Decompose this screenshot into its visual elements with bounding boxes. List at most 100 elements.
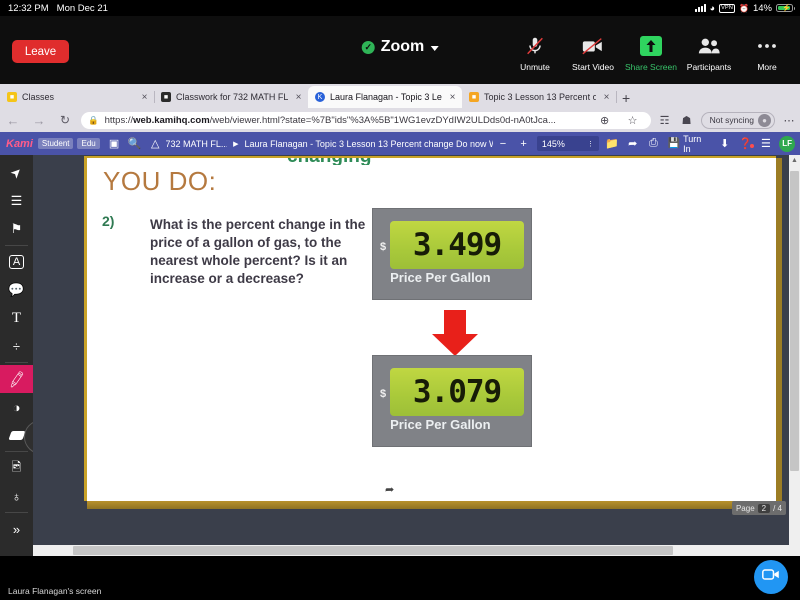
meeting-title-group[interactable]: ✓ Zoom	[361, 38, 439, 56]
text-tool[interactable]: T	[0, 304, 33, 332]
drive-icon[interactable]: △	[145, 137, 166, 150]
kami-logo[interactable]: Kami	[6, 138, 33, 150]
folder-open-icon[interactable]: 📁	[602, 137, 623, 150]
kami-icon: K	[315, 92, 325, 102]
expand-tool[interactable]: »	[0, 515, 33, 543]
user-avatar[interactable]: LF	[779, 135, 795, 152]
zoom-level-select[interactable]: 145% ⋮	[536, 136, 599, 151]
vpn-badge-icon: VPN	[719, 3, 736, 13]
start-video-button[interactable]: Start Video	[564, 34, 622, 72]
zoom-out-button[interactable]: −	[493, 138, 514, 150]
settings-more-icon[interactable]: ⋯	[778, 114, 800, 127]
zoom-top-bar: Leave ✓ Zoom Unmute Start Video Share Sc…	[0, 16, 800, 84]
close-icon[interactable]: ×	[139, 92, 150, 103]
sidebar-toggle-icon[interactable]: ▣	[104, 137, 125, 150]
gas-price-sign-before: $ 3.499 Price Per Gallon	[372, 208, 532, 300]
classroom-icon: ■	[161, 92, 171, 102]
equation-icon: ÷	[12, 338, 21, 354]
tab-strip: ■ Classes × ■ Classwork for 732 MATH FLA…	[0, 84, 800, 108]
horizontal-scrollbar[interactable]	[33, 545, 800, 556]
zoom-level-value: 145%	[541, 138, 565, 149]
back-button[interactable]: ←	[0, 113, 26, 128]
class-name-label[interactable]: 732 MATH FL...	[166, 139, 228, 149]
ios-status-bar: 12:32 PM Mon Dec 21 ◕ VPN ⏰ 14% ⚡	[0, 0, 800, 16]
participants-button[interactable]: Participants	[680, 34, 738, 72]
zoom-bottom-bar: Laura Flanagan's screen	[0, 556, 800, 600]
turn-in-button[interactable]: 💾 Turn In	[668, 134, 711, 154]
start-video-label: Start Video	[572, 62, 614, 72]
select-tool[interactable]: ➤	[0, 159, 33, 187]
book-icon: ☰	[10, 193, 23, 208]
battery-charging-icon: ⚡	[776, 3, 795, 13]
share-screen-icon	[640, 34, 662, 58]
chevron-down-icon: ⋮	[586, 140, 594, 148]
equation-tool[interactable]: ÷	[0, 332, 33, 360]
unmute-button[interactable]: Unmute	[506, 34, 564, 72]
pin-comment-tool[interactable]: ⚑	[0, 215, 33, 243]
draw-tool[interactable]: 🖍	[0, 365, 33, 393]
favorite-star-icon[interactable]: ☆	[622, 114, 644, 127]
download-icon[interactable]: ⬇	[714, 137, 735, 150]
mouse-pointer-icon: ➦	[385, 484, 395, 496]
close-icon[interactable]: ×	[293, 92, 304, 103]
browser-tab-slides[interactable]: ■ Topic 3 Lesson 13 Percent of Ch ×	[462, 86, 617, 108]
scroll-up-icon[interactable]: ▲	[789, 155, 800, 167]
close-icon[interactable]: ×	[601, 92, 612, 103]
zoom-in-button[interactable]: +	[513, 138, 534, 150]
chevron-down-icon[interactable]	[430, 45, 439, 51]
new-tab-button[interactable]: +	[622, 90, 630, 106]
help-icon[interactable]: ❓	[735, 137, 756, 150]
signature-icon: ♁	[11, 488, 22, 504]
question-number: 2)	[102, 213, 115, 229]
browser-tab-kami-viewer[interactable]: K Laura Flanagan - Topic 3 Lesson ×	[308, 86, 462, 108]
browser-tab-classwork[interactable]: ■ Classwork for 732 MATH FLANA ×	[154, 86, 309, 108]
insert-media-tool[interactable]: 🖻	[0, 454, 33, 482]
document-page[interactable]: changing YOU DO: 2) What is the percent …	[84, 156, 776, 501]
kami-document-viewer: changing YOU DO: 2) What is the percent …	[33, 155, 800, 556]
add-to-collections-icon[interactable]: ⊕	[594, 114, 616, 127]
page-indicator[interactable]: Page 2 / 4	[731, 501, 786, 515]
page-current[interactable]: 2	[757, 503, 771, 513]
price-display: 3.499	[390, 221, 524, 269]
shapes-tool[interactable]: ◑	[0, 393, 33, 421]
forward-button[interactable]: →	[26, 113, 52, 128]
print-icon[interactable]: ⎙	[643, 137, 664, 150]
signature-tool[interactable]: ♁	[0, 482, 33, 510]
scroll-thumb[interactable]	[790, 171, 799, 471]
collections-icon[interactable]: ☶	[654, 114, 676, 127]
meeting-title: Zoom	[380, 38, 425, 55]
price-display: 3.079	[390, 368, 524, 416]
pen-icon: 🖍	[6, 369, 27, 388]
address-bar[interactable]: 🔒 https://web.kamihq.com/web/viewer.html…	[81, 111, 651, 129]
zoom-screen-share-window: 12:32 PM Mon Dec 21 ◕ VPN ⏰ 14% ⚡ Leave …	[0, 0, 800, 600]
dollar-sign: $	[380, 388, 387, 400]
more-button[interactable]: More	[738, 34, 796, 72]
browser-tab-classes[interactable]: ■ Classes ×	[0, 86, 155, 108]
profile-sync-chip[interactable]: Not syncing ●	[700, 111, 775, 129]
reload-button[interactable]: ↻	[52, 113, 78, 127]
highlight-tool[interactable]: A	[0, 248, 33, 276]
video-camera-icon	[762, 568, 780, 586]
gas-price-sign-after: $ 3.079 Price Per Gallon	[372, 355, 532, 447]
unmute-label: Unmute	[520, 62, 550, 72]
share-screen-label: Share Screen	[625, 62, 677, 72]
vertical-scrollbar[interactable]: ▲ ▼	[789, 155, 800, 556]
alarm-icon: ⏰	[739, 3, 749, 13]
student-badge: Student	[37, 138, 74, 149]
menu-icon[interactable]: ☰	[756, 137, 777, 150]
share-icon[interactable]: ➦	[622, 137, 643, 150]
sign-caption: Price Per Gallon	[390, 417, 491, 432]
tab-title: Classwork for 732 MATH FLANA	[176, 92, 288, 102]
dictionary-tool[interactable]: ☰	[0, 187, 33, 215]
video-floating-button[interactable]	[754, 560, 788, 594]
kami-tool-rail: ➤ ☰ ⚑ A 💬 T ÷ 🖍 ◑ 🖻 ♁ »	[0, 155, 33, 556]
scroll-thumb[interactable]	[73, 546, 673, 555]
shopping-icon[interactable]: ☗	[676, 114, 698, 127]
chevron-right-icon: ▶	[233, 140, 239, 148]
leave-button[interactable]: Leave	[12, 40, 69, 63]
search-icon[interactable]: 🔍	[124, 137, 145, 150]
save-icon: 💾	[667, 138, 681, 149]
share-screen-button[interactable]: Share Screen	[622, 34, 680, 72]
comment-tool[interactable]: 💬	[0, 276, 33, 304]
close-icon[interactable]: ×	[447, 92, 458, 103]
